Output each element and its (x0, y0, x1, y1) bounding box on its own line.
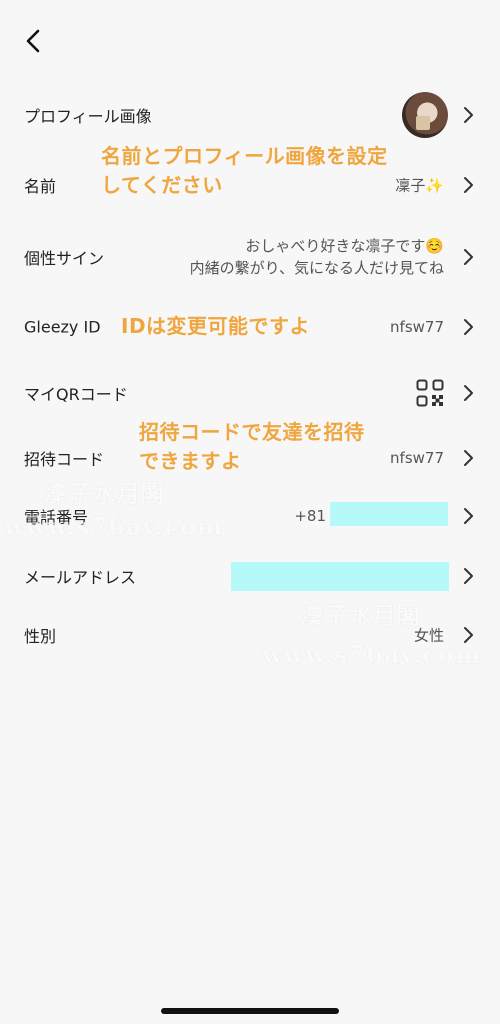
row-label: プロフィール画像 (24, 107, 152, 126)
row-label: 性別 (24, 627, 57, 646)
home-indicator[interactable] (161, 1008, 339, 1014)
watermark-text: 凜子水月閣 (44, 479, 164, 508)
name-value: 凜子✨ (395, 176, 444, 195)
watermark-url: www.s76av.com (262, 640, 482, 669)
row-profile-image[interactable]: プロフィール画像 (0, 85, 500, 145)
row-label: メールアドレス (24, 568, 137, 587)
signature-line-2: 内緒の繋がり、気になる人だけ見てね (189, 259, 444, 277)
gleezy-id-value: nfsw77 (390, 318, 444, 336)
annotation-id-hint: IDは変更可能ですよ (121, 312, 310, 341)
chevron-right-icon (464, 177, 473, 193)
phone-country-code: +81 (294, 507, 326, 525)
chevron-right-icon (464, 385, 473, 401)
signature-line-1: おしゃべり好きな凛子です☺️ (245, 237, 444, 255)
annotation-invite-hint-line-1: 招待コードで友達を招待 (139, 420, 365, 444)
annotation-invite-hint-line-2: できますよ (139, 449, 242, 473)
row-email-address[interactable]: メールアドレス (0, 546, 500, 606)
phone-redaction (330, 502, 448, 526)
chevron-right-icon (464, 508, 473, 524)
avatar[interactable] (402, 92, 448, 138)
row-label: マイQRコード (24, 385, 128, 404)
row-label: 個性サイン (24, 249, 105, 268)
watermark-text: 凜子水月閣 (300, 601, 420, 630)
back-chevron-icon[interactable] (22, 28, 46, 54)
signature-value: おしゃべり好きな凛子です☺️ 内緒の繋がり、気になる人だけ見てね (190, 235, 444, 279)
annotation-id-hint-text: IDは変更可能ですよ (121, 314, 311, 338)
qr-code-icon (416, 379, 444, 407)
email-redaction (231, 562, 449, 591)
row-label: 招待コード (24, 450, 105, 469)
row-signature[interactable]: 個性サイン おしゃべり好きな凛子です☺️ 内緒の繋がり、気になる人だけ見てね (0, 224, 500, 290)
invite-code-value: nfsw77 (390, 449, 444, 467)
row-my-qr-code[interactable]: マイQRコード (0, 363, 500, 423)
annotation-name-hint: 名前とプロフィール画像を設定 してください (101, 142, 388, 200)
annotation-invite-hint: 招待コードで友達を招待 できますよ (139, 418, 365, 476)
chevron-right-icon (464, 319, 473, 335)
watermark-url: www.s76av.com (4, 512, 224, 541)
chevron-right-icon (464, 450, 473, 466)
row-label: Gleezy ID (24, 317, 101, 337)
row-label: 名前 (24, 177, 57, 196)
chevron-right-icon (464, 249, 473, 265)
annotation-name-hint-line-1: 名前とプロフィール画像を設定 (101, 144, 388, 168)
chevron-right-icon (464, 568, 473, 584)
chevron-right-icon (464, 107, 473, 123)
annotation-name-hint-line-2: してください (101, 173, 223, 197)
